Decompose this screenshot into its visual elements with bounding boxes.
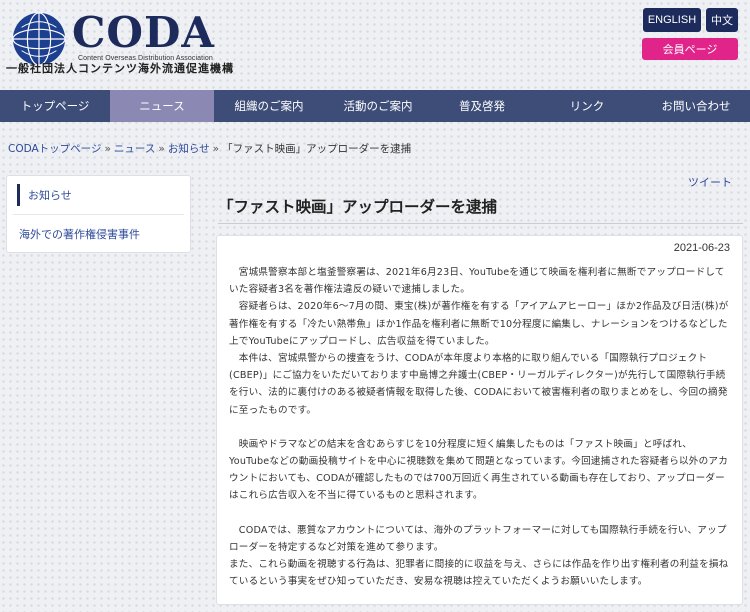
breadcrumb-news[interactable]: ニュース [114, 143, 155, 155]
article-date: 2021-06-23 [673, 242, 730, 254]
site-header: CODA Content Overseas Distribution Assoc… [0, 0, 750, 90]
logo-wordmark: CODA [72, 8, 216, 57]
breadcrumb-home[interactable]: CODAトップページ [8, 143, 101, 155]
nav-item-contact[interactable]: お問い合わせ [642, 90, 750, 122]
article-paragraph: 宮城県警察本部と塩釜警察署は、2021年6月23日、YouTubeを通じて映画を… [229, 267, 725, 296]
breadcrumb-separator: » [104, 143, 111, 155]
article-paragraph: 映画やドラマなどの結末を含むあらすじを10分程度に短く編集したものは「ファスト映… [229, 438, 728, 502]
article-paragraph: 容疑者らは、2020年6～7月の間、東宝(株)が著作権を有する「アイアムアヒーロ… [229, 301, 729, 347]
lang-english-button[interactable]: ENGLISH [643, 8, 701, 32]
lang-chinese-button[interactable]: 中文 [706, 8, 738, 32]
article-body: 2021-06-23 宮城県警察本部と塩釜警察署は、2021年6月23日、You… [216, 235, 743, 605]
nav-item-top[interactable]: トップページ [0, 90, 110, 122]
nav-item-awareness[interactable]: 普及啓発 [432, 90, 532, 122]
nav-item-links[interactable]: リンク [532, 90, 642, 122]
article-paragraph: CODAでは、悪質なアカウントについては、海外のプラットフォーマーに対しても国際… [229, 524, 727, 553]
breadcrumb: CODAトップページ» ニュース» お知らせ» 「ファスト映画」アップローダーを逮捕 [8, 141, 411, 156]
org-name-jp: 一般社団法人コンテンツ海外流通促進機構 [6, 62, 234, 75]
sidebar: お知らせ 海外での著作権侵害事件 [6, 175, 191, 253]
member-page-button[interactable]: 会員ページ [642, 38, 738, 60]
breadcrumb-notice[interactable]: お知らせ [168, 143, 210, 155]
nav-item-activities[interactable]: 活動のご案内 [324, 90, 432, 122]
article-paragraph: また、これら動画を視聴する行為は、犯罪者に間接的に収益を与え、さらには作品を作り… [229, 559, 729, 588]
main-nav: トップページ ニュース 組織のご案内 活動のご案内 普及啓発 リンク お問い合わ… [0, 90, 750, 122]
sidebar-item-overseas-infringement[interactable]: 海外での著作権侵害事件 [7, 215, 190, 253]
sidebar-item-notice[interactable]: お知らせ [17, 184, 190, 206]
article-paragraph: 本件は、宮城県警からの捜査をうけ、CODAが本年度より本格的に取り組んでいる「国… [229, 353, 728, 416]
breadcrumb-separator: » [158, 143, 165, 155]
breadcrumb-current: 「ファスト映画」アップローダーを逮捕 [222, 143, 412, 155]
tweet-link[interactable]: ツイート [688, 174, 732, 190]
nav-item-news[interactable]: ニュース [110, 90, 214, 122]
article-title: 「ファスト映画」アップローダーを逮捕 [218, 195, 743, 224]
nav-item-organization[interactable]: 組織のご案内 [214, 90, 324, 122]
breadcrumb-separator: » [212, 143, 220, 155]
